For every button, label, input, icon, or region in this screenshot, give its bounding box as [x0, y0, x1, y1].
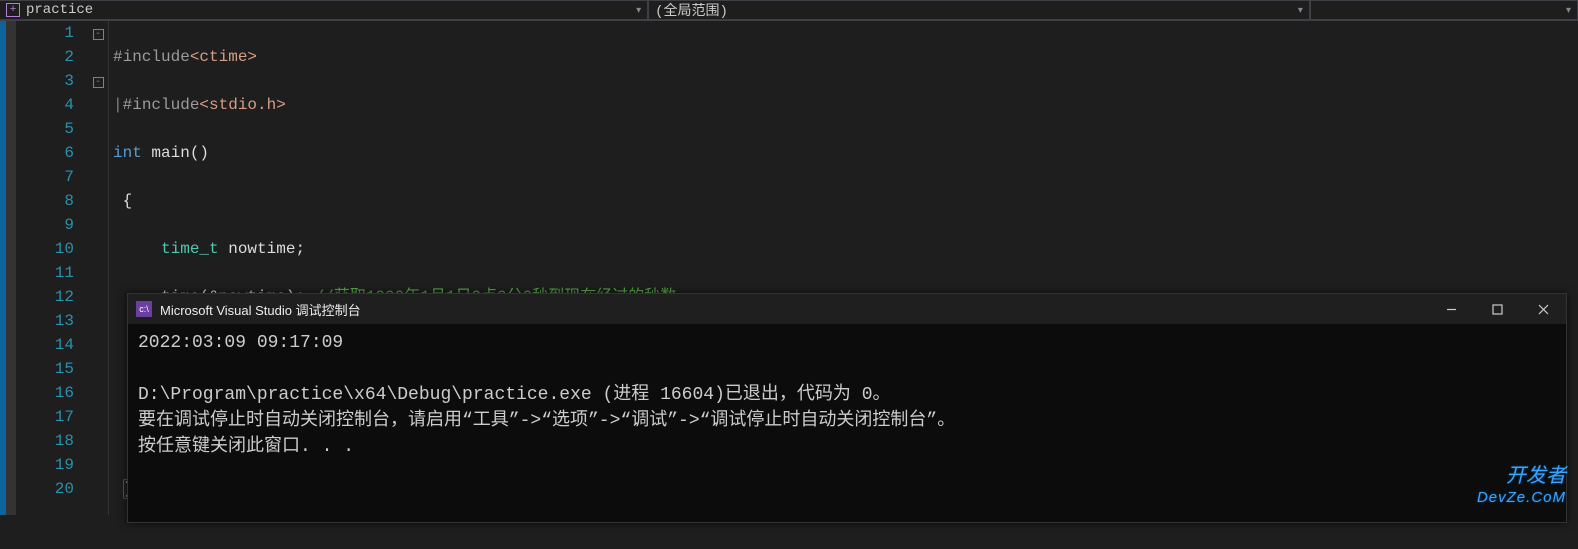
cpp-file-icon: +: [6, 3, 20, 17]
chevron-down-icon: ▾: [636, 5, 641, 17]
minimize-button[interactable]: [1428, 294, 1474, 324]
code-line: #include<ctime>: [113, 45, 1578, 69]
line-number: 15: [16, 357, 74, 381]
line-number: 3: [16, 69, 74, 93]
chevron-down-icon: ▾: [1298, 5, 1303, 17]
scope-dropdown-project[interactable]: + practice ▾: [0, 0, 648, 20]
line-number: 10: [16, 237, 74, 261]
line-number: 8: [16, 189, 74, 213]
scope-left-label: practice: [26, 2, 93, 18]
line-number: 17: [16, 405, 74, 429]
console-titlebar[interactable]: c:\ Microsoft Visual Studio 调试控制台: [128, 294, 1566, 324]
line-number: 6: [16, 141, 74, 165]
line-number: 12: [16, 285, 74, 309]
chevron-down-icon: ▾: [1566, 5, 1571, 17]
code-line: time_t nowtime;: [113, 237, 1578, 261]
line-number: 16: [16, 381, 74, 405]
line-number: 2: [16, 45, 74, 69]
scope-dropdown-function[interactable]: (全局范围) ▾: [648, 0, 1310, 20]
console-title-text: Microsoft Visual Studio 调试控制台: [160, 300, 361, 319]
line-number: 9: [16, 213, 74, 237]
line-number: 7: [16, 165, 74, 189]
navigation-bar: + practice ▾ (全局范围) ▾ ▾: [0, 0, 1578, 21]
scope-right-label: (全局范围): [655, 0, 728, 20]
line-number-gutter: 1234567891011121314151617181920: [16, 21, 88, 515]
line-number: 14: [16, 333, 74, 357]
fold-toggle-icon[interactable]: -: [93, 77, 104, 88]
line-number: 20: [16, 477, 74, 501]
code-line: |#include<stdio.h>: [113, 93, 1578, 117]
console-output[interactable]: 2022:03:09 09:17:09 D:\Program\practice\…: [128, 324, 1566, 522]
close-button[interactable]: [1520, 294, 1566, 324]
fold-margin[interactable]: - -: [88, 21, 108, 515]
code-editor[interactable]: 1234567891011121314151617181920 - - #inc…: [0, 21, 1578, 515]
maximize-button[interactable]: [1474, 294, 1520, 324]
breakpoint-margin[interactable]: [6, 21, 16, 515]
line-number: 13: [16, 309, 74, 333]
line-number: 18: [16, 429, 74, 453]
line-number: 11: [16, 261, 74, 285]
debug-console-window: c:\ Microsoft Visual Studio 调试控制台 2022:0…: [127, 293, 1567, 523]
code-line: {: [113, 189, 1578, 213]
scope-dropdown-extra[interactable]: ▾: [1310, 0, 1578, 20]
fold-toggle-icon[interactable]: -: [93, 29, 104, 40]
line-number: 19: [16, 453, 74, 477]
vs-icon: c:\: [136, 301, 152, 317]
line-number: 4: [16, 93, 74, 117]
code-line: int main(): [113, 141, 1578, 165]
editor-margin: 1234567891011121314151617181920 - -: [0, 21, 109, 515]
line-number: 1: [16, 21, 74, 45]
line-number: 5: [16, 117, 74, 141]
